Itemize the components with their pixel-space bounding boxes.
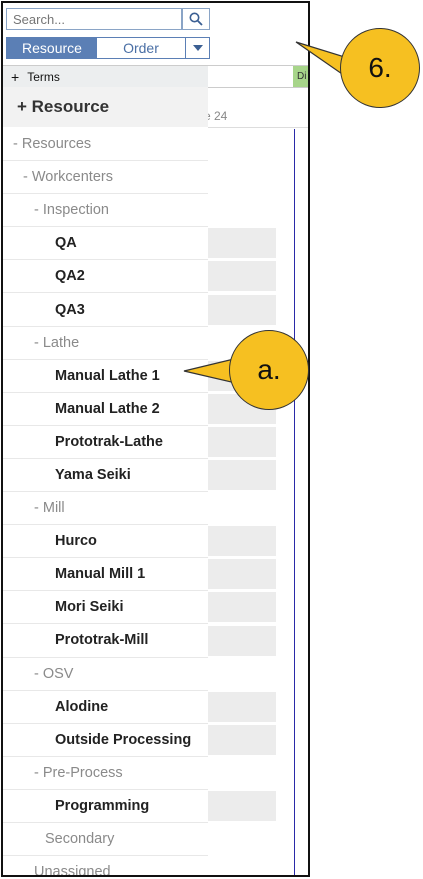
tab-order[interactable]: Order: [97, 38, 186, 58]
resource-label: Mill: [42, 500, 65, 517]
gantt-row-bar: [208, 360, 276, 391]
resource-tree: - Resources - Workcenters - Inspection QA QA…: [3, 128, 208, 877]
search-input[interactable]: [6, 8, 182, 30]
gantt-row-bar: [208, 724, 276, 755]
collapse-marker: -: [34, 764, 43, 781]
callout-6-bubble: 6.: [340, 28, 420, 108]
resource-label: Outside Processing: [55, 731, 192, 748]
resource-label: Workcenters: [31, 169, 113, 186]
gantt-row-bar: [208, 526, 276, 557]
gantt-row-bar: [208, 559, 276, 590]
resource-group[interactable]: Unassigned: [3, 856, 208, 877]
gantt-row-bar: [208, 791, 276, 821]
resource-label: Lathe: [42, 334, 80, 351]
resource-group[interactable]: Secondary: [3, 823, 208, 857]
chevron-down-icon: [192, 45, 203, 51]
gantt-row-bar: [208, 460, 276, 490]
resource-group[interactable]: - Resources: [3, 128, 208, 162]
collapse-marker: -: [34, 665, 43, 682]
resource-label: Manual Lathe 2: [55, 400, 160, 417]
resource-label: Prototrak-Mill: [55, 632, 149, 649]
expand-icon: +: [11, 68, 20, 85]
terms-gantt-marker: Di: [293, 66, 308, 87]
resource-label: QA: [55, 235, 77, 252]
resource-label: OSV: [42, 665, 74, 682]
resource-group[interactable]: - Inspection: [3, 194, 208, 228]
resource-item[interactable]: QA2: [3, 260, 208, 294]
resource-label: Secondary: [45, 831, 115, 848]
search-box: [6, 8, 210, 32]
resource-item[interactable]: Manual Mill 1: [3, 558, 208, 592]
date-header-divider: [208, 127, 308, 128]
resource-panel: + Resource - Resources - Workcenters - Ins…: [3, 87, 208, 877]
collapse-marker: -: [34, 500, 43, 517]
resource-item[interactable]: Manual Lathe 1: [3, 360, 208, 393]
resource-item[interactable]: Alodine: [3, 691, 208, 724]
collapse-marker: -: [34, 202, 43, 219]
terms-label: Terms: [27, 69, 60, 84]
resource-label: Manual Mill 1: [55, 566, 146, 583]
resource-label: QA3: [55, 301, 85, 318]
resource-label: Manual Lathe 1: [55, 367, 160, 384]
resource-item[interactable]: Manual Lathe 2: [3, 393, 208, 426]
resource-item[interactable]: Hurco: [3, 525, 208, 559]
resource-label: Prototrak-Lathe: [55, 433, 163, 450]
resource-label: Unassigned: [34, 864, 111, 877]
resource-item[interactable]: Programming: [3, 790, 208, 823]
resource-label: QA2: [55, 268, 85, 285]
scheduler-panel: Resource Order + Terms Di e 24 + Resourc…: [1, 1, 310, 877]
resource-label: Alodine: [55, 698, 109, 715]
tab-resource[interactable]: Resource: [7, 38, 97, 58]
resource-group[interactable]: - Mill: [3, 492, 208, 526]
view-tabs: Resource Order: [6, 37, 210, 59]
resource-item[interactable]: QA: [3, 227, 208, 261]
gantt-row-bar: [208, 294, 276, 325]
resource-group[interactable]: - Pre-Process: [3, 757, 208, 790]
gantt-area: e 24: [204, 87, 308, 875]
gantt-row-bar: [208, 426, 276, 457]
resource-group[interactable]: - OSV: [3, 658, 208, 691]
resource-group[interactable]: - Workcenters: [3, 161, 208, 195]
collapse-marker: -: [13, 136, 22, 153]
current-time-line: [294, 129, 295, 875]
search-icon: [189, 12, 203, 26]
gantt-row-bar: [208, 592, 276, 623]
terms-toggle[interactable]: + Terms: [3, 66, 208, 87]
collapse-marker: -: [34, 334, 43, 351]
gantt-row-bar: [208, 393, 276, 424]
resource-item[interactable]: Outside Processing: [3, 724, 208, 757]
resource-item[interactable]: Mori Seiki: [3, 591, 208, 625]
callout-6-label: 6.: [368, 52, 392, 83]
terms-row: + Terms Di: [3, 65, 308, 88]
resource-label: Pre-Process: [42, 764, 123, 781]
search-button[interactable]: [182, 8, 210, 30]
view-dropdown-button[interactable]: [186, 38, 209, 58]
add-resource-button[interactable]: + Resource: [3, 87, 208, 127]
resource-label: Inspection: [42, 202, 109, 219]
gantt-row-bar: [208, 625, 276, 656]
resource-item[interactable]: Prototrak-Lathe: [3, 426, 208, 459]
resource-group[interactable]: - Lathe: [3, 327, 208, 360]
gantt-row-bar: [208, 228, 276, 259]
resource-item[interactable]: Yama Seiki: [3, 459, 208, 493]
resource-item[interactable]: QA3: [3, 293, 208, 327]
resource-label: Resources: [21, 136, 92, 153]
gantt-row-bar: [208, 261, 276, 292]
resource-item[interactable]: Prototrak-Mill: [3, 624, 208, 658]
resource-label: Programming: [55, 797, 150, 814]
resource-label: Hurco: [55, 533, 97, 550]
resource-label: Mori Seiki: [55, 599, 124, 616]
collapse-marker: -: [23, 169, 32, 186]
resource-label: Yama Seiki: [55, 466, 131, 483]
gantt-row-bar: [208, 691, 276, 722]
